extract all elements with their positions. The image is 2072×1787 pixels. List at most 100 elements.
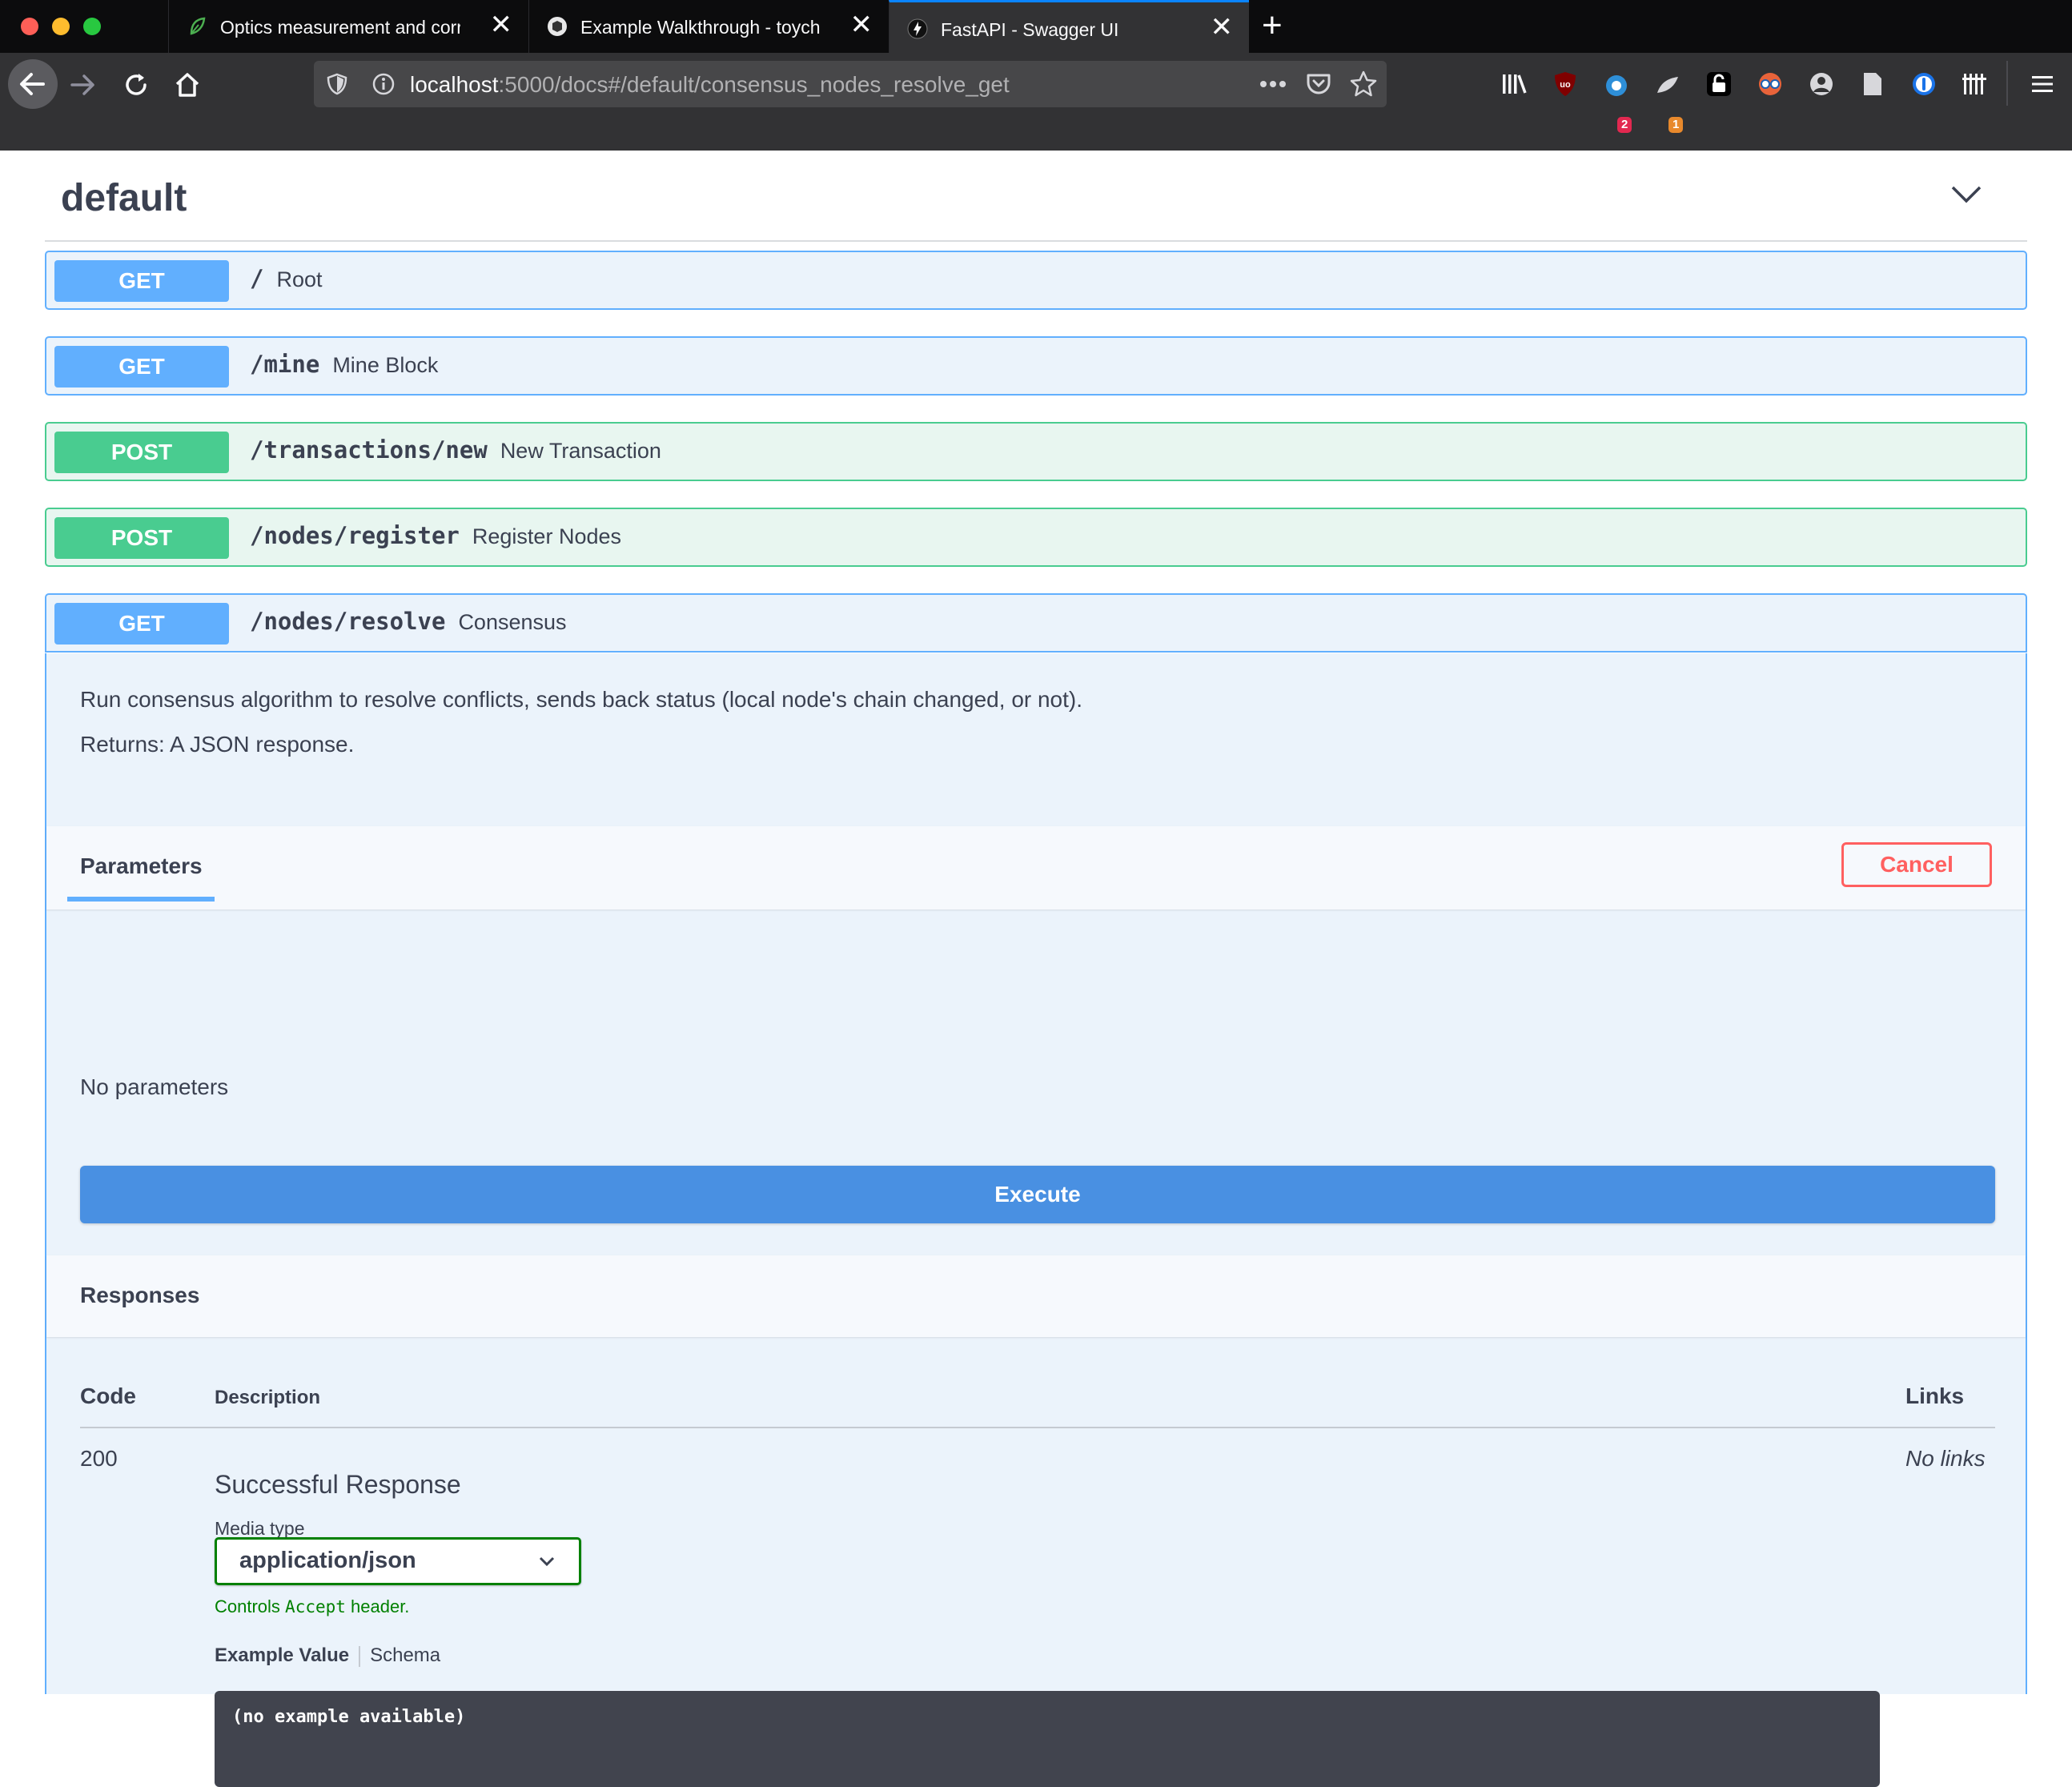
privacy-extension-icon[interactable] [1603,70,1630,98]
pocket-icon[interactable] [1305,70,1332,98]
toolbar-divider [2006,61,2008,106]
note-text: Controls [215,1596,286,1616]
bookmark-star-icon[interactable] [1348,69,1379,99]
library-icon[interactable] [1500,70,1528,98]
grid-extension-icon[interactable] [1962,70,1989,98]
note-code: Accept [285,1597,346,1616]
method-badge: POST [54,517,229,559]
operation-path: /nodes/resolve Consensus [250,608,567,635]
swagger-page: default GET / Root GET /mine Mine Block PO… [0,151,2072,1787]
tab-title: FastAPI - Swagger UI [941,19,1119,40]
example-code: (no example available) [232,1707,466,1727]
responses-title: Responses [80,1283,200,1307]
hamburger-menu-icon[interactable] [2029,70,2056,98]
document-icon[interactable] [1859,70,1886,98]
chevron-down-icon [539,1556,555,1567]
operation-path: / Root [250,265,323,292]
response-links: No links [1905,1446,1986,1471]
path-text: / [250,265,264,292]
arrow-left-icon [20,73,45,95]
accept-header-note: Controls Accept header. [215,1596,409,1617]
path-text: /nodes/resolve [250,608,446,635]
tab-schema[interactable]: Schema [370,1644,440,1666]
url-host: localhost [410,72,499,97]
address-bar[interactable]: localhost:5000/docs#/default/consensus_n… [314,61,1387,107]
forward-arrow-icon[interactable] [69,70,98,99]
operation-summary: Consensus [458,610,567,634]
reload-icon[interactable] [122,70,151,99]
no-parameters-text: No parameters [80,1074,229,1099]
lock-icon[interactable] [1705,70,1733,98]
execute-button[interactable]: Execute [80,1166,1995,1223]
close-icon[interactable]: ✕ [1211,14,1234,41]
ublock-icon[interactable]: uo [1552,70,1579,98]
tab-parameters[interactable]: Parameters [80,853,203,879]
responses-header: Responses [46,1255,2026,1337]
example-tabs: Example Value Schema [215,1644,440,1667]
new-tab-plus-icon[interactable]: + [1262,6,1283,45]
operation-get-nodes-resolve[interactable]: GET /nodes/resolve Consensus [45,593,2027,653]
operation-summary: Mine Block [332,353,439,377]
tab-example-value[interactable]: Example Value [215,1644,349,1666]
parameters-header: Parameters Cancel [46,826,2026,910]
column-header-description: Description [215,1387,321,1408]
response-code: 200 [80,1446,118,1471]
column-header-links: Links [1905,1383,1965,1408]
browser-toolbar: localhost:5000/docs#/default/consensus_n… [0,53,2072,151]
response-description: Successful Response [215,1470,461,1499]
back-button[interactable] [8,59,58,109]
fastapi-logo-icon [907,18,928,39]
close-icon[interactable]: ✕ [850,11,873,38]
section-divider [45,240,2027,242]
operation-post-nodes-register[interactable]: POST /nodes/register Register Nodes [45,508,2027,567]
operation-path: /mine Mine Block [250,351,438,378]
media-type-label: Media type [215,1518,305,1539]
path-text: /nodes/register [250,522,460,549]
operation-summary: Root [276,267,323,291]
method-badge: POST [54,432,229,473]
operation-get-root[interactable]: GET / Root [45,251,2027,310]
cancel-button[interactable]: Cancel [1841,842,1992,887]
path-text: /mine [250,351,320,378]
path-text: /transactions/new [250,436,488,464]
browser-tab-optics[interactable]: Optics measurement and correc ✕ [168,0,528,53]
column-header-code: Code [80,1383,136,1408]
privacy-badger-icon[interactable] [1757,70,1784,98]
section-title[interactable]: default [61,176,187,220]
account-icon[interactable] [1808,70,1835,98]
browser-tab-fastapi[interactable]: FastAPI - Swagger UI ✕ [889,0,1249,53]
tab-separator [359,1645,361,1667]
operation-path: /nodes/register Register Nodes [250,522,621,549]
url-path: :5000/docs#/default/consensus_nodes_reso… [498,72,1010,97]
note-text: header. [345,1596,410,1616]
url-text[interactable]: localhost:5000/docs#/default/consensus_n… [410,72,1010,98]
notification-badge: 2 [1617,117,1632,133]
operation-details: Run consensus algorithm to resolve confl… [45,653,2027,1787]
operation-description: Run consensus algorithm to resolve confl… [80,687,1083,712]
example-code-block: (no example available) [215,1691,1880,1787]
close-icon[interactable]: ✕ [490,11,513,38]
tab-title: Optics measurement and correc [220,17,460,38]
table-divider [80,1427,1995,1428]
tracking-shield-icon[interactable] [325,72,349,96]
browser-tab-bar: Optics measurement and correc ✕ Example … [0,0,2072,53]
method-badge: GET [54,346,229,388]
operation-post-transactions-new[interactable]: POST /transactions/new New Transaction [45,422,2027,481]
tab-active-indicator [67,897,215,902]
docs-book-icon [548,17,567,36]
operation-returns: Returns: A JSON response. [80,732,355,757]
media-type-select[interactable]: application/json [215,1537,581,1585]
operation-summary: New Transaction [500,439,661,463]
window-close-button[interactable] [21,18,38,35]
info-icon[interactable] [371,72,396,96]
home-icon[interactable] [173,70,202,99]
operation-get-mine[interactable]: GET /mine Mine Block [45,336,2027,396]
window-minimize-button[interactable] [52,18,70,35]
window-zoom-button[interactable] [83,18,101,35]
onepassword-icon[interactable] [1910,70,1937,98]
tampermonkey-icon[interactable] [1654,70,1681,98]
operation-path: /transactions/new New Transaction [250,436,661,464]
more-actions-icon[interactable] [1259,78,1287,90]
chevron-down-icon[interactable] [1950,184,1982,205]
browser-tab-walkthrough[interactable]: Example Walkthrough - toychain ✕ [528,0,889,53]
